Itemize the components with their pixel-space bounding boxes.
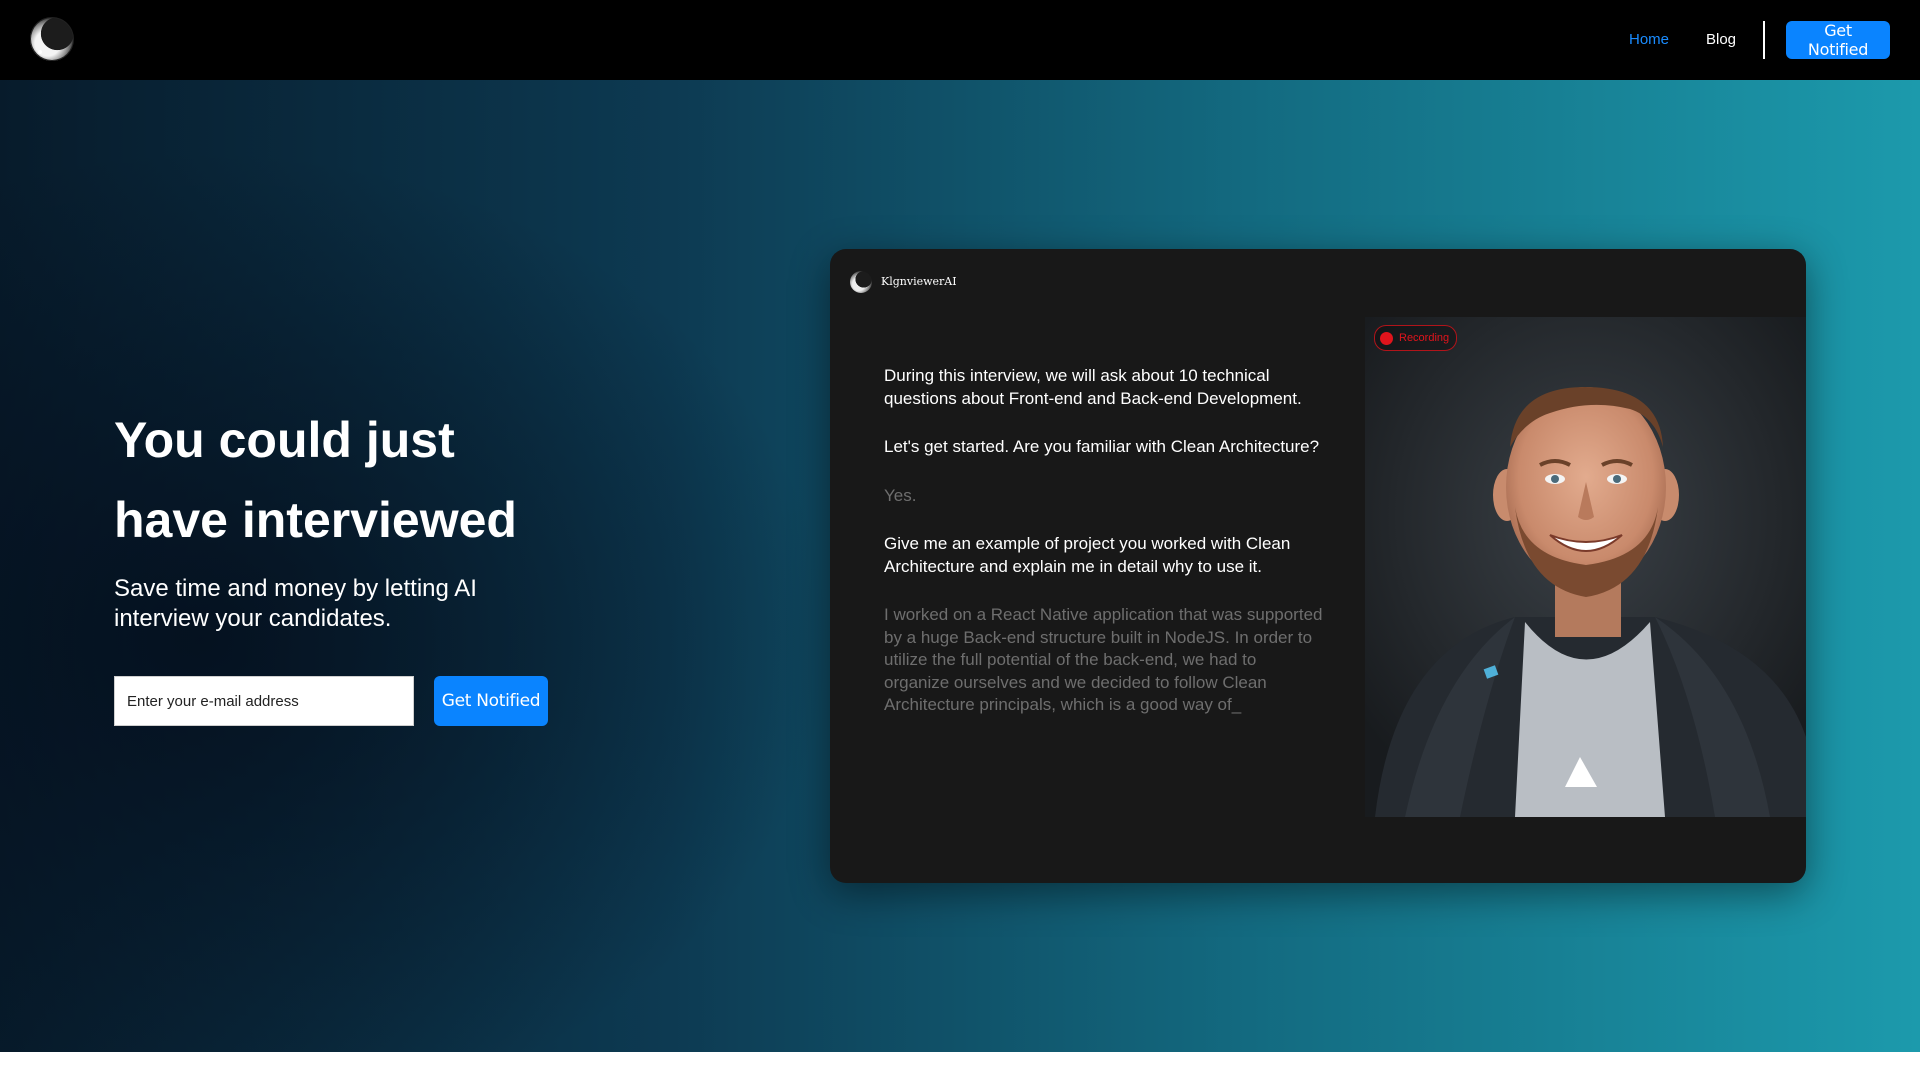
recording-label: Recording: [1399, 332, 1450, 344]
hero-title-line-2: have interviewed: [114, 492, 517, 548]
nav-get-notified-button[interactable]: Get Notified: [1786, 21, 1890, 59]
nav-divider: [1763, 21, 1765, 59]
card-logo-icon: [850, 271, 872, 293]
candidate-video-feed: Recording: [1365, 317, 1806, 817]
card-brand-name: KlgnviewerAI: [881, 275, 957, 288]
hero-title: You could just have interviewed: [114, 400, 634, 560]
candidate-message: Yes.: [884, 485, 917, 505]
interview-preview-card: KlgnviewerAI During this interview, we w…: [830, 249, 1806, 883]
nav-link-home[interactable]: Home: [1629, 31, 1669, 49]
ai-message: Give me an example of project you worked…: [884, 534, 1291, 576]
ai-message: During this interview, we will ask about…: [884, 366, 1302, 408]
nav-link-blog[interactable]: Blog: [1706, 31, 1736, 49]
recording-indicator: Recording: [1374, 325, 1458, 351]
ai-message: Let's get started. Are you familiar with…: [884, 437, 1320, 456]
hero-section: You could just have interviewed Save tim…: [0, 80, 1920, 1052]
moon-logo-icon[interactable]: [30, 17, 74, 61]
hero-title-line-1: You could just: [114, 412, 455, 468]
recording-dot-icon: [1380, 331, 1393, 345]
interview-transcript: During this interview, we will ask about…: [884, 365, 1324, 743]
candidate-portrait-image: [1365, 317, 1806, 817]
email-input[interactable]: [114, 676, 414, 726]
candidate-message: I worked on a React Native application t…: [884, 605, 1323, 714]
hero-subtitle: Save time and money by letting AI interv…: [114, 575, 477, 632]
hero-get-notified-button[interactable]: Get Notified: [434, 676, 548, 726]
top-navbar: Home Blog Get Notified: [0, 0, 1920, 80]
